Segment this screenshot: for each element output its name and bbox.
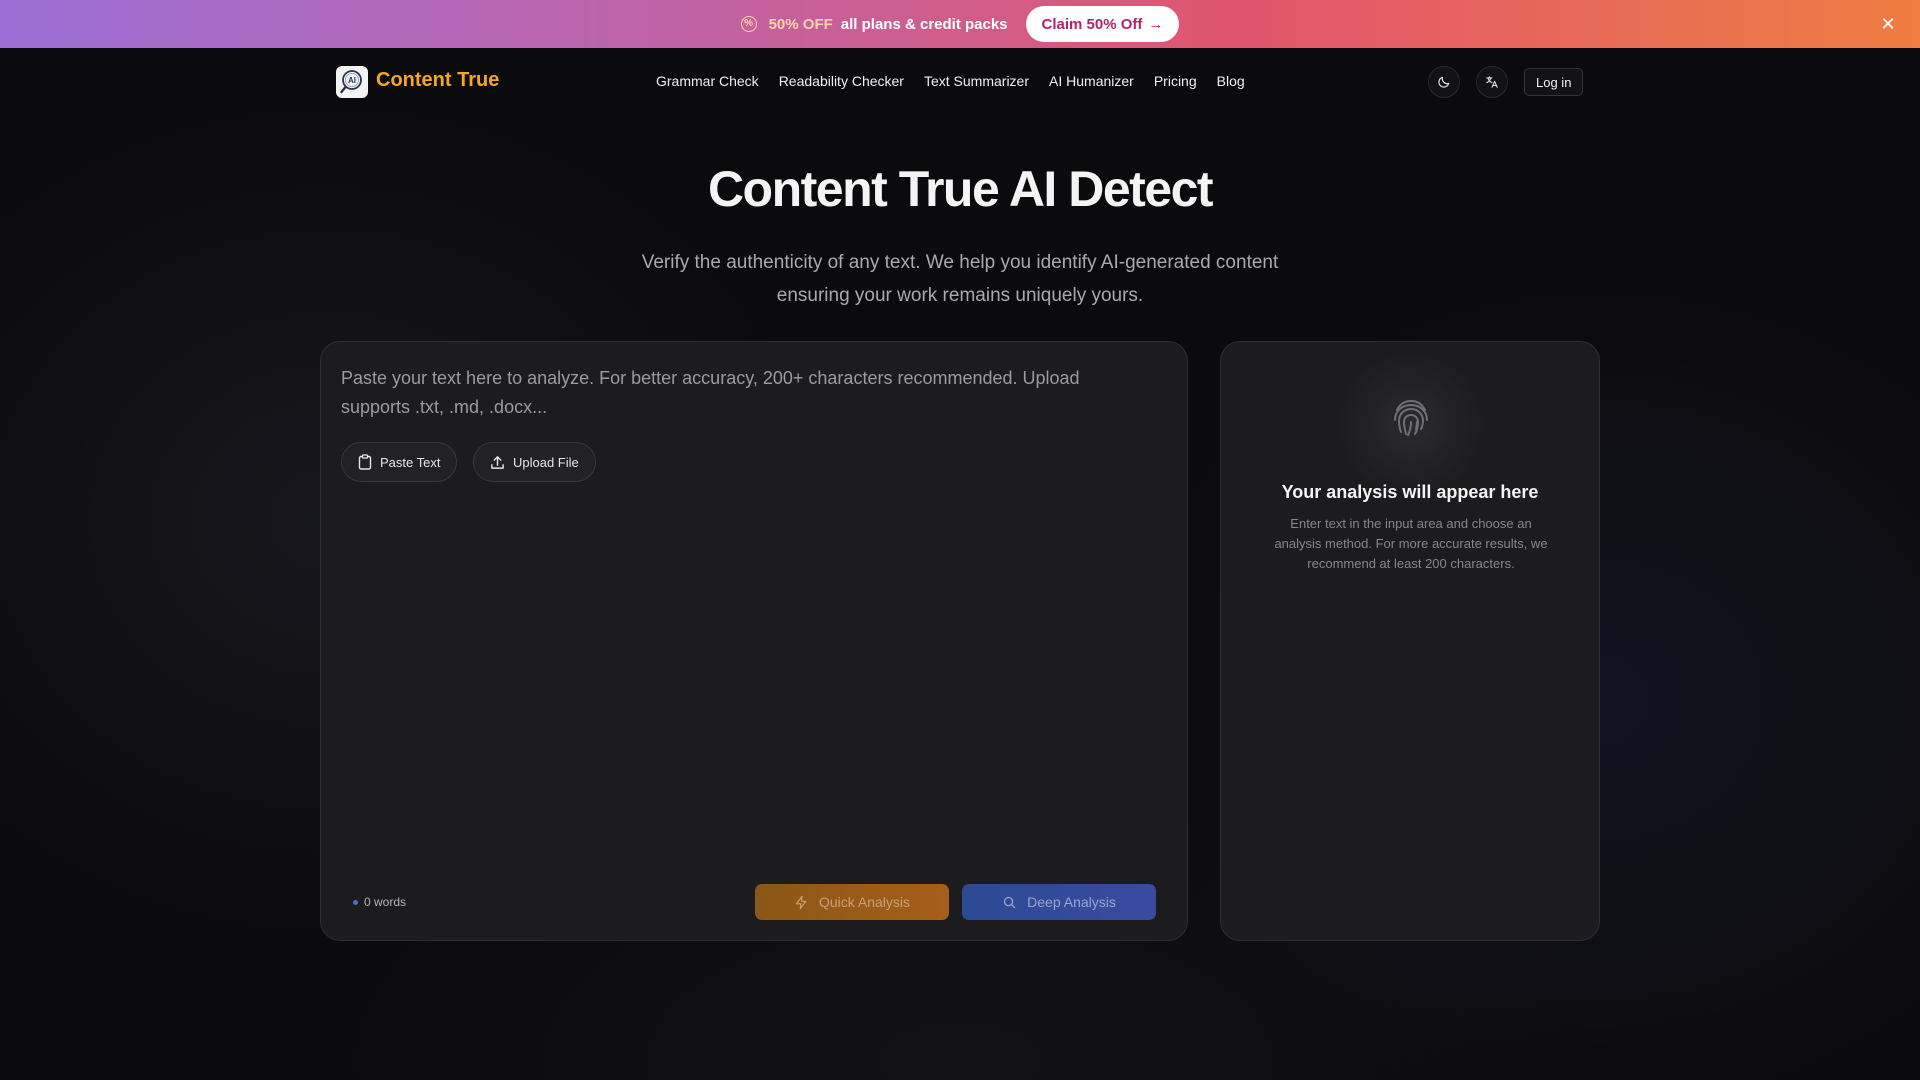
moon-icon — [1438, 76, 1450, 88]
claim-discount-button[interactable]: Claim 50% Off → — [1025, 6, 1180, 42]
close-icon[interactable]: ✕ — [1878, 14, 1898, 34]
result-placeholder-title: Your analysis will appear here — [1281, 482, 1539, 502]
lightning-icon — [795, 895, 807, 909]
quick-analysis-button[interactable]: Quick Analysis — [755, 884, 949, 920]
fingerprint-icon — [1394, 399, 1428, 436]
page-title: Content True AI Detect — [707, 161, 1214, 217]
promo-text: all plans & credit packs — [840, 15, 1008, 33]
nav-link-readability-checker[interactable]: Readability Checker — [779, 73, 904, 89]
nav-link-ai-humanizer[interactable]: AI Humanizer — [1049, 73, 1134, 89]
deep-analysis-label: Deep Analysis — [1027, 894, 1116, 910]
clipboard-icon — [358, 454, 372, 470]
word-count: 0 words — [353, 895, 406, 909]
nav-links: Grammar Check Readability Checker Text S… — [656, 73, 1245, 89]
paste-text-label: Paste Text — [380, 454, 441, 470]
nav-link-pricing[interactable]: Pricing — [1154, 73, 1197, 89]
theme-toggle-button[interactable] — [1428, 66, 1460, 98]
magnifier-logo-icon: AI — [340, 70, 362, 94]
upload-file-label: Upload File — [513, 454, 579, 470]
result-placeholder-description: Enter text in the input area and choose … — [1274, 516, 1548, 571]
upload-icon — [491, 455, 504, 469]
promo-discount: 50% OFF — [768, 15, 833, 33]
login-button[interactable]: Log in — [1524, 68, 1584, 96]
arrow-right-icon: → — [1148, 15, 1164, 33]
quick-analysis-label: Quick Analysis — [818, 894, 911, 910]
status-dot — [353, 899, 358, 905]
claim-button-label: Claim 50% Off — [1041, 15, 1143, 33]
text-input-card: Paste your text here to analyze. For bet… — [320, 341, 1188, 941]
deep-analysis-button[interactable]: Deep Analysis — [962, 884, 1156, 920]
brand-name[interactable]: Content True — [376, 69, 499, 92]
language-button[interactable] — [1476, 66, 1508, 98]
translate-icon — [1486, 76, 1498, 88]
paste-text-button[interactable]: Paste Text — [341, 442, 458, 482]
upload-file-button[interactable]: Upload File — [473, 442, 596, 482]
nav-link-blog[interactable]: Blog — [1217, 73, 1245, 89]
page-subtitle: Verify the authenticity of any text. We … — [641, 252, 1279, 306]
discount-badge-icon: % — [740, 16, 757, 32]
top-navigation: AI Content True Grammar Check Readabilit… — [0, 48, 1920, 114]
analysis-result-card: Your analysis will appear here Enter tex… — [1220, 341, 1600, 941]
brand-logo[interactable]: AI — [336, 66, 368, 98]
promo-banner: % 50% OFF all plans & credit packs Claim… — [0, 0, 1920, 48]
nav-link-grammar-check[interactable]: Grammar Check — [656, 73, 759, 89]
nav-link-text-summarizer[interactable]: Text Summarizer — [924, 73, 1029, 89]
search-icon — [1004, 896, 1016, 908]
word-count-text: 0 words — [364, 895, 407, 909]
svg-text:AI: AI — [348, 76, 356, 85]
text-input-area[interactable]: Paste your text here to analyze. For bet… — [341, 364, 1131, 422]
